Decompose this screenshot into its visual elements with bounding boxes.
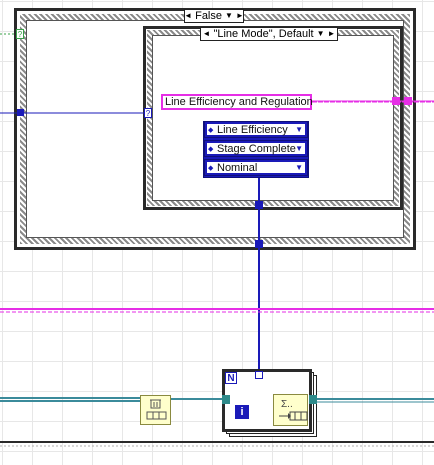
index-array-icon: Σ.. — [279, 399, 308, 421]
increment-icon: ◆ — [208, 164, 214, 172]
enum-constant-line-efficiency[interactable]: ◆ Line Efficiency ▼ — [204, 121, 308, 138]
svg-text:Σ..: Σ.. — [281, 399, 293, 410]
wires-layer — [0, 33, 434, 447]
string-tunnel-inner[interactable] — [392, 97, 400, 105]
enum-value: Nominal — [217, 161, 258, 174]
index-and-bundle-node[interactable]: Σ.. — [273, 394, 308, 426]
enum-tunnel-outer[interactable] — [255, 240, 263, 248]
boolean-tunnel[interactable]: ? — [16, 29, 24, 39]
enum-value: Stage Complete — [217, 142, 296, 155]
increment-icon: ◆ — [208, 145, 214, 153]
cluster-tunnel-right[interactable] — [309, 395, 317, 404]
string-constant[interactable]: Line Efficiency and Regulation — [161, 94, 313, 110]
delete-from-array-icon — [146, 399, 167, 420]
cluster-tunnel-left[interactable] — [222, 395, 230, 404]
increment-icon: ◆ — [208, 126, 214, 134]
enum-constant-nominal[interactable]: ◆ Nominal ▼ — [204, 159, 308, 176]
loop-count-tunnel[interactable] — [255, 371, 263, 379]
enum-tunnel-inner[interactable] — [255, 201, 263, 209]
dropdown-icon: ▼ — [295, 125, 303, 134]
enum-value: Line Efficiency — [217, 123, 288, 136]
enum-constant-stage-complete[interactable]: ◆ Stage Complete ▼ — [204, 140, 308, 157]
loop-iteration-terminal[interactable]: i — [235, 405, 249, 419]
loop-count-terminal[interactable]: N — [225, 372, 237, 384]
inner-selector-terminal[interactable]: ? — [144, 108, 152, 118]
string-tunnel-outer[interactable] — [404, 97, 412, 105]
case-selector-terminal[interactable] — [17, 109, 24, 116]
delete-from-array-node[interactable] — [140, 395, 171, 425]
dropdown-icon: ▼ — [295, 144, 303, 153]
dropdown-icon: ▼ — [295, 163, 303, 172]
